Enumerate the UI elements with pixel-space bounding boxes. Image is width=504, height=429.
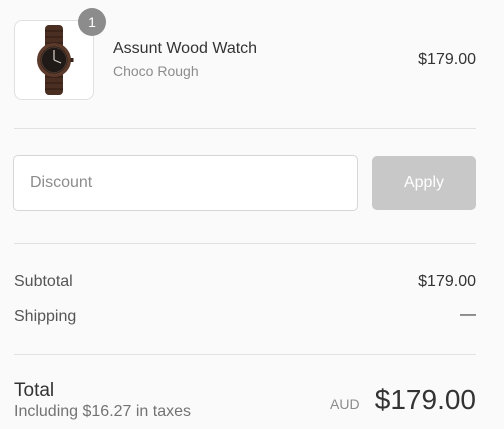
subtotal-value: $179.00 bbox=[418, 273, 476, 290]
discount-code-input[interactable] bbox=[13, 155, 358, 211]
divider bbox=[14, 128, 476, 129]
taxes-note: Including $16.27 in taxes bbox=[14, 403, 192, 420]
wood-watch-image bbox=[37, 25, 74, 95]
divider bbox=[14, 243, 476, 244]
shipping-label: Shipping bbox=[14, 308, 77, 325]
total-price: $179.00 bbox=[374, 384, 476, 415]
shipping-value: — bbox=[460, 306, 476, 323]
product-name: Assunt Wood Watch bbox=[113, 40, 258, 57]
apply-discount-button[interactable]: Apply bbox=[372, 156, 476, 210]
order-item: 1 Assunt Wood Watch Choco Rough $179.00 bbox=[14, 8, 476, 102]
total-label: Total bbox=[14, 380, 55, 401]
product-price: $179.00 bbox=[418, 51, 476, 68]
divider bbox=[14, 354, 476, 355]
subtotal-label: Subtotal bbox=[14, 273, 73, 290]
product-variant: Choco Rough bbox=[113, 63, 199, 79]
quantity-badge: 1 bbox=[78, 8, 106, 36]
currency-code: AUD bbox=[330, 396, 360, 412]
